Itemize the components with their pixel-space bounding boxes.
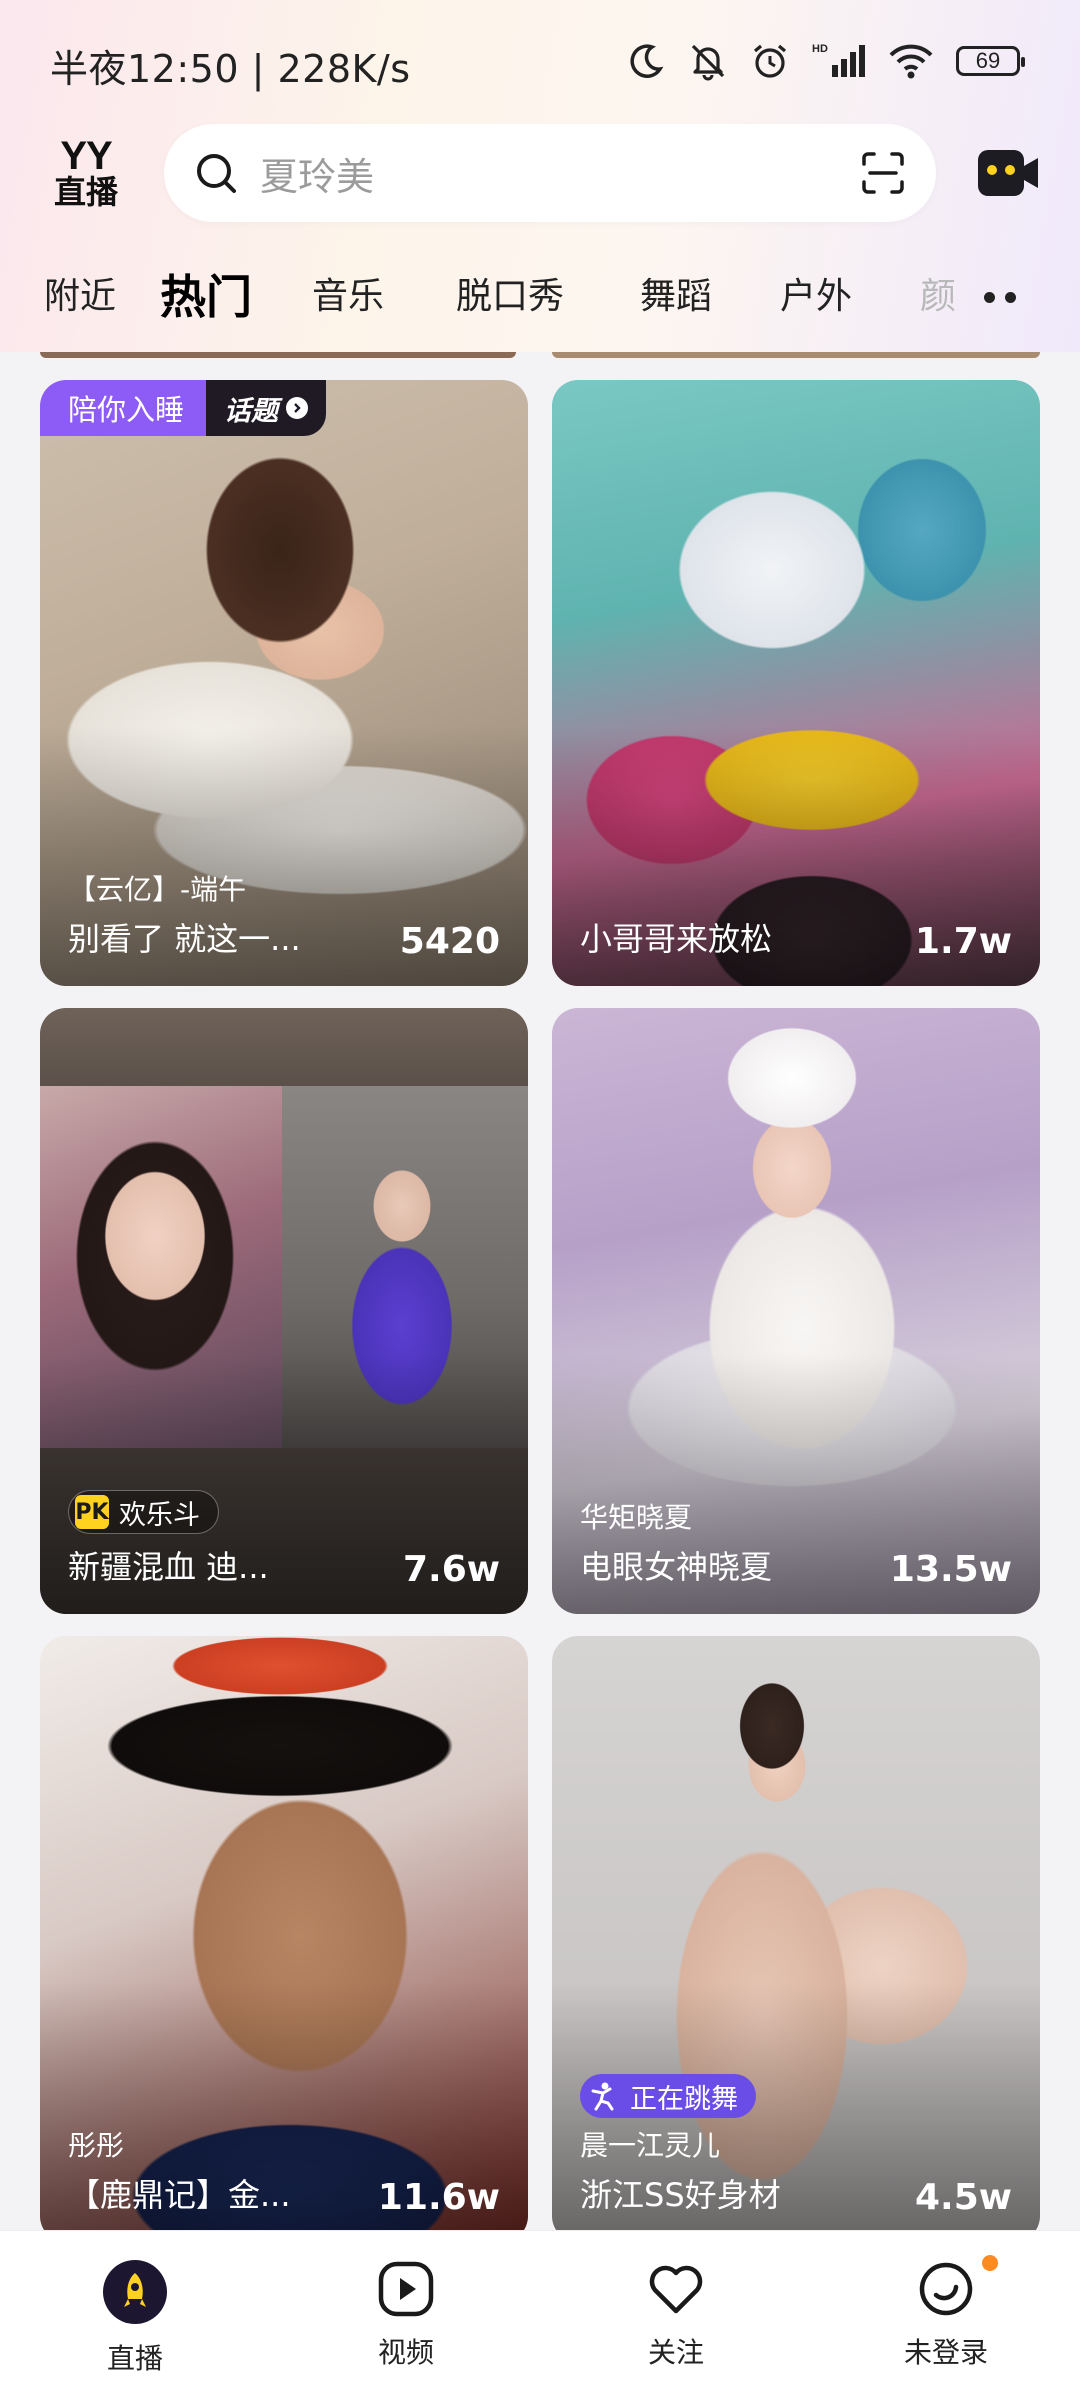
nav-follow-label: 关注 — [647, 2336, 704, 2369]
dancing-badge: 正在跳舞 — [580, 2074, 756, 2118]
logo-cn-text: 直播 — [53, 173, 118, 211]
live-card[interactable]: 彤彤 【鹿鼎记】金... 11.6w — [40, 1636, 528, 2230]
tab-looks[interactable]: 颜 — [920, 262, 956, 332]
arrow-right-icon — [286, 397, 309, 419]
dot-icon — [984, 291, 995, 303]
status-icons: HD 69 — [626, 36, 1025, 86]
live-feed: 陪你入睡 话题 【云亿】-端午 别看了 就这一... 5420 小哥哥来放松 1… — [0, 352, 1080, 2230]
nav-profile-label: 未登录 — [903, 2336, 988, 2369]
status-time: 半夜12:50 | 228K/s — [50, 47, 411, 91]
pk-icon: PK — [75, 1495, 109, 1529]
heart-icon — [643, 2259, 709, 2319]
tab-talkshow[interactable]: 脱口秀 — [456, 262, 564, 332]
pk-badge: PK 欢乐斗 — [68, 1490, 219, 1534]
card-peek — [40, 352, 516, 358]
viewer-count: 1.7w — [914, 921, 1012, 962]
topic-tag[interactable]: 陪你入睡 话题 — [40, 380, 327, 436]
topic-label: 陪你入睡 — [40, 380, 207, 436]
svg-text:HD: HD — [812, 43, 828, 55]
dance-icon — [586, 2079, 620, 2113]
profile-icon — [913, 2259, 979, 2319]
notification-dot — [982, 2255, 998, 2271]
viewer-count: 5420 — [399, 921, 500, 962]
live-card[interactable]: 正在跳舞 晨一江灵儿 浙江SS好身材 4.5w — [552, 1636, 1040, 2230]
tab-outdoor[interactable]: 户外 — [780, 262, 852, 332]
nav-profile[interactable]: 未登录 — [866, 2255, 1026, 2369]
card-subtitle: 华矩晓夏 — [580, 1501, 693, 1534]
category-tabs: 附近 热门 音乐 脱口秀 舞蹈 户外 颜 — [0, 262, 1080, 332]
viewer-count: 11.6w — [377, 2177, 500, 2218]
badge-label: 欢乐斗 — [119, 1499, 200, 1531]
card-title: 电眼女神晓夏 — [580, 1548, 773, 1586]
video-camera-icon[interactable] — [976, 144, 1040, 202]
search-bar[interactable]: 夏玲美 — [164, 124, 936, 222]
nav-video-label: 视频 — [377, 2336, 434, 2369]
viewer-count: 4.5w — [914, 2177, 1012, 2218]
search-placeholder: 夏玲美 — [260, 154, 375, 199]
card-peek — [552, 352, 1040, 358]
tab-hot[interactable]: 热门 — [160, 262, 252, 332]
live-rocket-icon — [102, 2259, 168, 2325]
search-icon — [197, 154, 236, 193]
nav-live-label: 直播 — [106, 2342, 163, 2375]
card-title: 小哥哥来放松 — [580, 920, 773, 958]
mute-bell-icon — [691, 44, 725, 81]
viewer-count: 7.6w — [402, 1549, 500, 1590]
live-card[interactable]: PK 欢乐斗 新疆混血 迪... 7.6w — [40, 1008, 528, 1614]
card-subtitle: 晨一江灵儿 — [580, 2129, 721, 2162]
nav-follow[interactable]: 关注 — [596, 2259, 756, 2369]
yy-logo[interactable]: YY 直播 — [44, 132, 128, 216]
card-subtitle: 【云亿】-端午 — [68, 873, 247, 906]
moon-icon — [630, 44, 664, 78]
alarm-icon — [753, 44, 787, 78]
topic-link-label: 话题 — [224, 395, 279, 427]
badge-label: 正在跳舞 — [630, 2083, 738, 2115]
video-play-icon — [373, 2259, 439, 2319]
tab-music[interactable]: 音乐 — [312, 262, 384, 332]
wifi-icon — [889, 44, 933, 79]
live-card[interactable]: 小哥哥来放松 1.7w — [552, 380, 1040, 986]
card-subtitle: 彤彤 — [68, 2129, 125, 2162]
app-header: YY 直播 夏玲美 — [0, 120, 1080, 230]
live-card[interactable]: 华矩晓夏 电眼女神晓夏 13.5w — [552, 1008, 1040, 1614]
card-title: 浙江SS好身材 — [580, 2176, 781, 2214]
signal-icon: HD — [812, 43, 865, 77]
viewer-count: 13.5w — [889, 1549, 1012, 1590]
topic-link[interactable]: 话题 — [206, 380, 327, 436]
status-bar: 半夜12:50 | 228K/s HD 69 — [0, 0, 1080, 120]
battery-level: 69 — [975, 48, 1001, 73]
nav-video[interactable]: 视频 — [326, 2259, 486, 2369]
more-tabs-button[interactable] — [984, 282, 1028, 312]
nav-live[interactable]: 直播 — [55, 2259, 215, 2375]
dot-icon — [1005, 291, 1016, 303]
tab-dance[interactable]: 舞蹈 — [640, 262, 712, 332]
live-card[interactable]: 陪你入睡 话题 【云亿】-端午 别看了 就这一... 5420 — [40, 380, 528, 986]
card-title: 新疆混血 迪... — [68, 1548, 269, 1586]
scan-icon[interactable] — [860, 150, 906, 196]
bottom-nav: 直播 视频 关注 未登录 — [0, 2230, 1080, 2400]
tab-nearby[interactable]: 附近 — [44, 262, 116, 332]
logo-yy-text: YY — [60, 134, 112, 178]
battery-indicator: 69 — [956, 46, 1025, 76]
card-title: 别看了 就这一... — [68, 920, 301, 958]
card-title: 【鹿鼎记】金... — [68, 2176, 291, 2214]
